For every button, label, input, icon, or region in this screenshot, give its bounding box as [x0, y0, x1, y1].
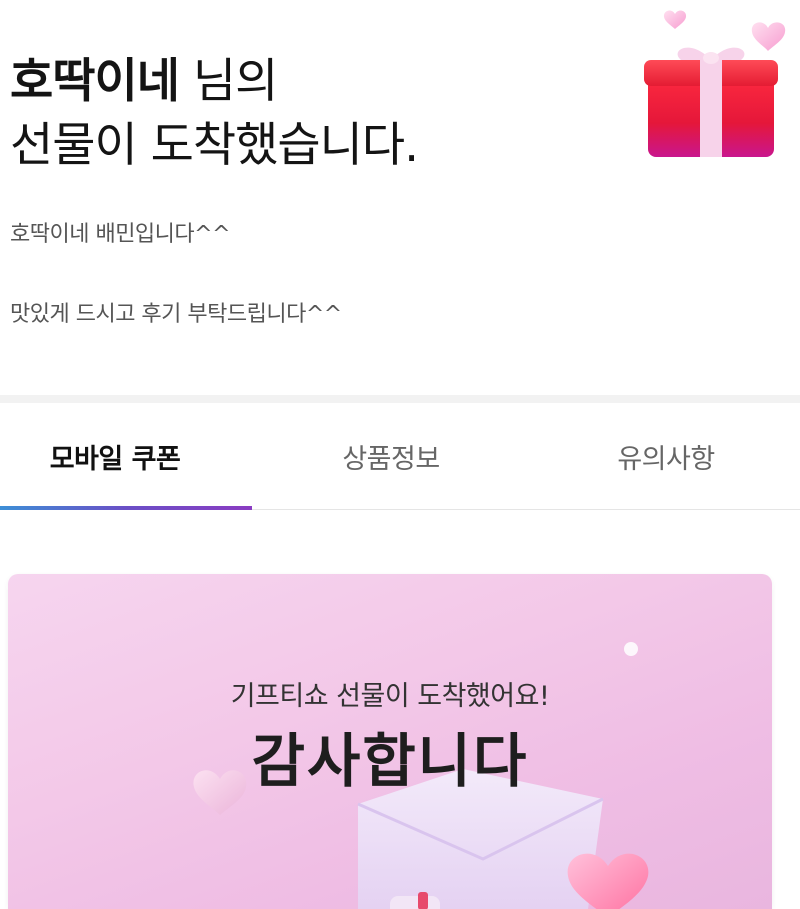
gift-message-line1: 호딱이네 배민입니다^^: [10, 222, 231, 247]
title-suffix: 님의: [178, 54, 278, 109]
gift-message-line2: 맛있게 드시고 후기 부탁드립니다^^: [10, 302, 342, 327]
coupon-headline: 감사합니다: [251, 727, 529, 795]
page-title: 호딱이네 님의 선물이 도착했습니다.: [10, 50, 419, 178]
coupon-card: 기프티쇼 선물이 도착했어요! 감사합니다: [8, 574, 772, 909]
small-heart-icon: [663, 10, 687, 30]
sender-name: 호딱이네: [10, 54, 180, 109]
title-line2: 선물이 도착했습니다.: [10, 118, 419, 173]
section-divider: [0, 395, 800, 403]
gift-header: 호딱이네 님의 선물이 도착했습니다. 호딱이네 배민입니다^^ 맛있게 드시고…: [0, 0, 800, 395]
heart-icon: [751, 22, 786, 51]
tab-product-info[interactable]: 상품정보: [265, 403, 517, 509]
gift-box-icon: [644, 10, 786, 157]
tab-bar: 모바일 쿠폰 상품정보 유의사항: [0, 403, 800, 510]
active-tab-indicator: [0, 506, 252, 510]
tab-notice[interactable]: 유의사항: [540, 403, 792, 509]
tab-mobile-coupon[interactable]: 모바일 쿠폰: [0, 403, 230, 509]
coupon-subtitle: 기프티쇼 선물이 도착했어요!: [230, 681, 550, 712]
